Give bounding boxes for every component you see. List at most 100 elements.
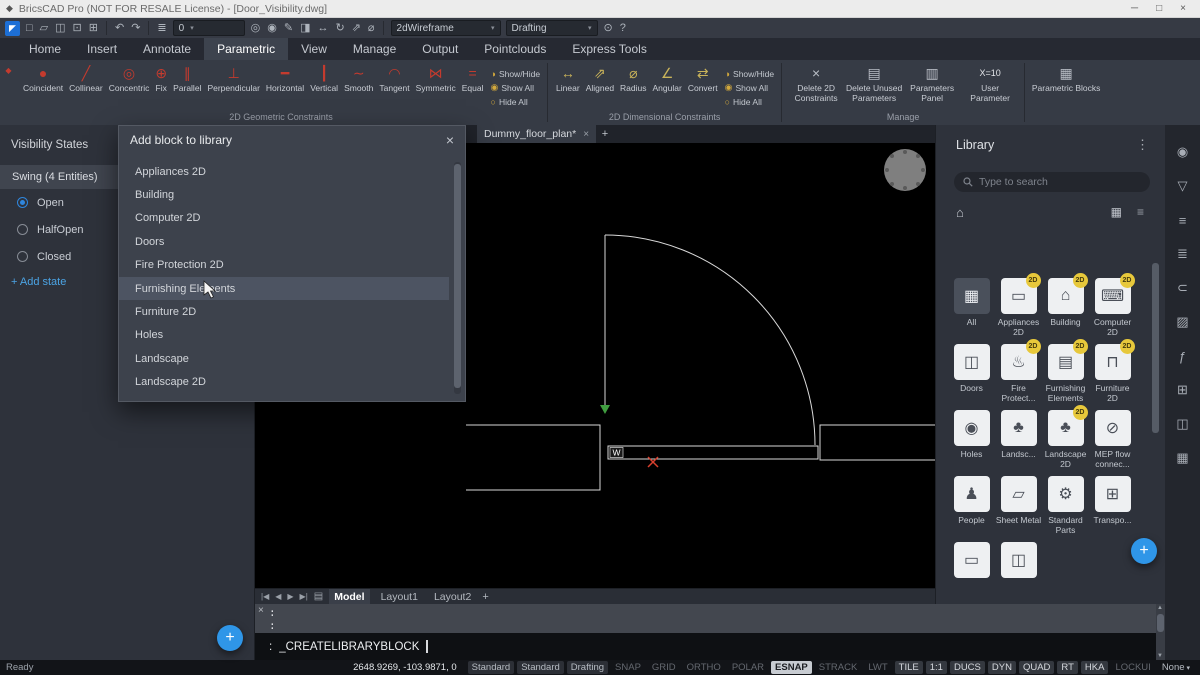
layers-panel-icon[interactable]: ≣ bbox=[1165, 237, 1200, 271]
coordinates-readout[interactable]: 2648.9269, -103.9871, 0 bbox=[353, 662, 457, 673]
ribbon-tab[interactable]: Home bbox=[16, 38, 74, 60]
category-list-item[interactable]: Computer 2D bbox=[119, 207, 449, 230]
status-toggle[interactable]: STRACK bbox=[815, 661, 862, 674]
ribbon-tab[interactable]: Annotate bbox=[130, 38, 204, 60]
constraint-button[interactable]: = Equal bbox=[459, 62, 487, 93]
wall-left[interactable] bbox=[466, 425, 600, 490]
close-icon[interactable]: × bbox=[583, 129, 589, 140]
maximize-icon[interactable]: □ bbox=[1156, 0, 1162, 18]
bricscad-logo-icon[interactable]: ◤ bbox=[5, 21, 20, 36]
status-toggle[interactable]: RT bbox=[1057, 661, 1078, 674]
new-document-tab-button[interactable]: + bbox=[597, 125, 613, 143]
door-panel[interactable] bbox=[608, 446, 818, 459]
status-toggle[interactable]: None bbox=[1158, 661, 1194, 675]
scroll-down-icon[interactable]: ▼ bbox=[1157, 653, 1163, 659]
library-item[interactable]: ⊓ 2D Furniture 2D bbox=[1089, 344, 1136, 410]
help-icon[interactable]: ? bbox=[619, 19, 627, 37]
status-toggle[interactable]: GRID bbox=[648, 661, 680, 674]
status-toggle[interactable]: DYN bbox=[988, 661, 1016, 674]
toggle-button[interactable]: ◑ Show/Hide bbox=[491, 67, 541, 80]
library-item[interactable]: ♣ 2D Landscape 2D bbox=[1042, 410, 1089, 476]
library-item[interactable]: ♣ Landsc... bbox=[995, 410, 1042, 476]
ribbon-tab[interactable]: View bbox=[288, 38, 340, 60]
status-toggle[interactable]: ESNAP bbox=[771, 661, 812, 674]
preview-icon[interactable]: ⊞ bbox=[88, 19, 99, 37]
category-list-item[interactable]: Fire Protection 2D bbox=[119, 254, 449, 277]
library-scrollbar[interactable] bbox=[1152, 143, 1159, 583]
home-icon[interactable]: ⌂ bbox=[956, 205, 964, 220]
dimension-constraint-button[interactable]: ⇄ Convert bbox=[685, 62, 721, 93]
print-icon[interactable]: ⊡ bbox=[72, 19, 83, 37]
status-toggle[interactable]: Standard bbox=[517, 661, 564, 674]
dialog-scrollbar[interactable] bbox=[454, 162, 461, 394]
constraint-button[interactable]: ∼ Smooth bbox=[341, 62, 376, 93]
wall-right[interactable] bbox=[820, 425, 935, 460]
dots-menu-icon[interactable]: ⋮ bbox=[1136, 137, 1149, 153]
open-file-icon[interactable]: ▱ bbox=[39, 19, 49, 37]
library-item[interactable]: ◫ Doors bbox=[948, 344, 995, 410]
library-item[interactable]: ⚙ Standard Parts bbox=[1042, 476, 1089, 542]
status-toggle[interactable]: POLAR bbox=[728, 661, 768, 674]
category-list-item[interactable]: Furniture 2D bbox=[119, 300, 449, 323]
library-item[interactable]: ⌂ 2D Building bbox=[1042, 278, 1089, 344]
new-file-icon[interactable]: □ bbox=[25, 19, 34, 37]
manage-button[interactable]: ▥ Parameters Panel bbox=[903, 62, 961, 103]
library-item[interactable]: ▱ Sheet Metal bbox=[995, 476, 1042, 542]
blocks-icon[interactable]: ▦ bbox=[1165, 441, 1200, 475]
category-list-item[interactable]: Building bbox=[119, 183, 449, 206]
layers-icon[interactable]: ≣ bbox=[156, 19, 167, 37]
light-icon[interactable]: ◉ bbox=[1165, 135, 1200, 169]
library-item[interactable]: ▦ All bbox=[948, 278, 995, 344]
constraint-button[interactable]: ∥ Parallel bbox=[170, 62, 204, 93]
quick-add-button[interactable]: + bbox=[217, 625, 243, 651]
redo-icon[interactable]: ↷ bbox=[130, 19, 141, 37]
document-tab[interactable]: Dummy_floor_plan* × bbox=[477, 125, 596, 143]
manage-button[interactable]: ▤ Delete Unused Parameters bbox=[845, 62, 903, 103]
visibility-icon[interactable]: ◉ bbox=[266, 19, 278, 37]
erase-icon[interactable]: ◨ bbox=[299, 19, 311, 37]
comments-icon[interactable]: ◫ bbox=[1165, 407, 1200, 441]
command-input[interactable]: : _CREATELIBRARYBLOCK bbox=[255, 633, 1165, 660]
workspace-dropdown[interactable]: Drafting ▾ bbox=[506, 20, 598, 36]
constraint-button[interactable]: ⊥ Perpendicular bbox=[204, 62, 262, 93]
status-toggle[interactable]: QUAD bbox=[1019, 661, 1054, 674]
toggle-button[interactable]: ○ Hide All bbox=[725, 95, 775, 108]
scrollbar-thumb[interactable] bbox=[1152, 263, 1159, 433]
save-icon[interactable]: ◫ bbox=[54, 19, 66, 37]
status-toggle[interactable]: LWT bbox=[864, 661, 891, 674]
grid-view-icon[interactable]: ▦ bbox=[1111, 205, 1122, 219]
layout-tab[interactable]: Model bbox=[329, 589, 369, 605]
ribbon-tab[interactable]: Express Tools bbox=[559, 38, 659, 60]
rotate-icon[interactable]: ↻ bbox=[334, 19, 345, 37]
fx-icon[interactable]: ƒ bbox=[1165, 339, 1200, 373]
status-toggle[interactable]: TILE bbox=[895, 661, 923, 674]
library-item[interactable]: ▭ bbox=[948, 542, 995, 604]
constraint-button[interactable]: ┃ Vertical bbox=[307, 62, 341, 93]
category-list-item[interactable]: Appliances 2D bbox=[119, 160, 449, 183]
close-icon[interactable]: × bbox=[258, 605, 264, 616]
scrollbar-thumb[interactable] bbox=[1157, 614, 1164, 632]
constraint-button[interactable]: ⊕ Fix bbox=[152, 62, 170, 93]
constraint-button[interactable]: ◠ Tangent bbox=[376, 62, 412, 93]
status-toggle[interactable]: LOCKUI bbox=[1111, 661, 1154, 674]
ribbon-tab[interactable]: Output bbox=[409, 38, 471, 60]
toggle-button[interactable]: ◑ Show/Hide bbox=[725, 67, 775, 80]
ribbon-tab[interactable]: Parametric bbox=[204, 38, 288, 60]
door-swing-arc[interactable] bbox=[605, 235, 815, 445]
library-search[interactable] bbox=[954, 172, 1150, 192]
library-item[interactable]: ◫ bbox=[995, 542, 1042, 604]
scroll-up-icon[interactable]: ▲ bbox=[1157, 605, 1163, 611]
layer-dropdown[interactable]: 0 ▾ bbox=[173, 20, 245, 36]
status-toggle[interactable]: SNAP bbox=[611, 661, 645, 674]
search-input[interactable] bbox=[979, 176, 1129, 188]
filter-icon[interactable]: ▽ bbox=[1165, 169, 1200, 203]
layout-tab[interactable]: Layout2 bbox=[429, 589, 476, 605]
status-toggle[interactable]: HKA bbox=[1081, 661, 1109, 674]
category-list-item[interactable]: Furnishing Elements bbox=[119, 277, 449, 300]
measure-icon[interactable]: ⌀ bbox=[367, 19, 376, 37]
explore-icon[interactable]: ◎ bbox=[250, 19, 262, 37]
add-state-button[interactable]: + Add state bbox=[11, 276, 66, 288]
category-list-item[interactable]: Landscape bbox=[119, 347, 449, 370]
library-item[interactable]: ▤ 2D Furnishing Elements bbox=[1042, 344, 1089, 410]
nav-last-icon[interactable]: ▶| bbox=[300, 592, 308, 601]
